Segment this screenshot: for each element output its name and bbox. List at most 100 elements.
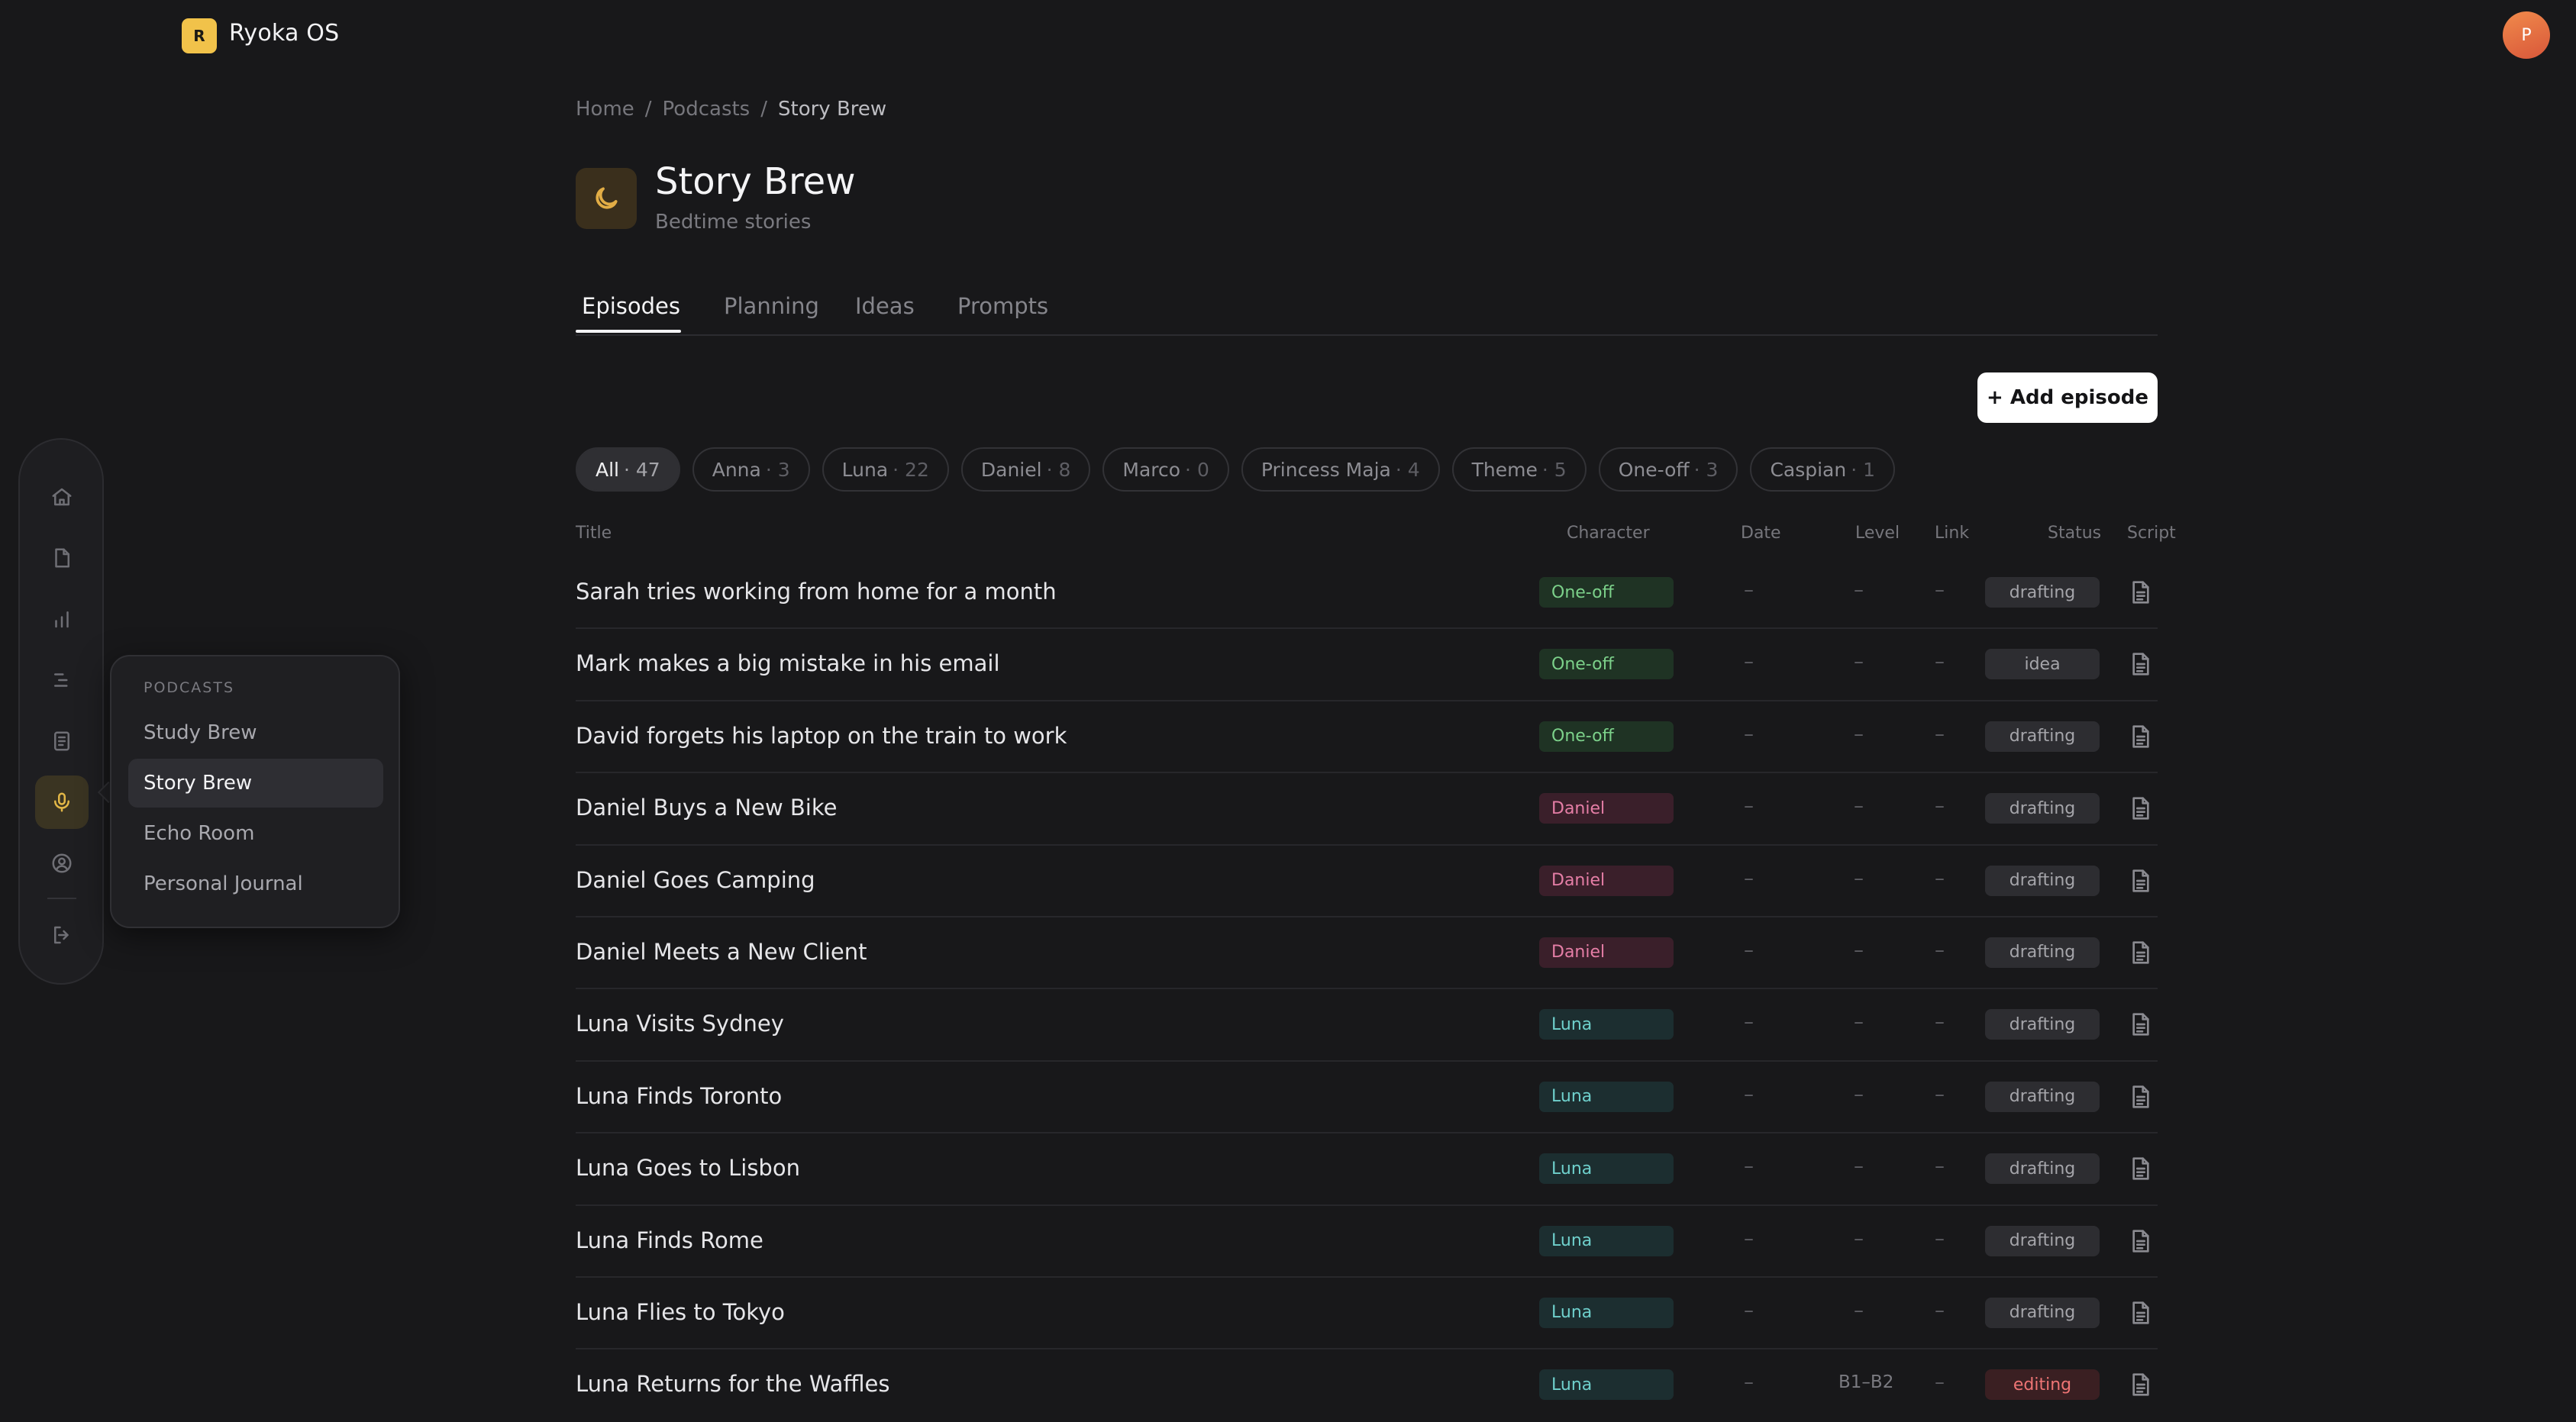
- rail-logout-button[interactable]: [35, 908, 89, 962]
- breadcrumb-home[interactable]: Home: [576, 98, 634, 121]
- table-row[interactable]: Luna Finds Rome Luna – – – drafting: [576, 1206, 2158, 1278]
- table-row[interactable]: Daniel Goes Camping Daniel – – – drafting: [576, 846, 2158, 917]
- table-row[interactable]: Luna Finds Toronto Luna – – – drafting: [576, 1062, 2158, 1134]
- filter-chip-label: All: [596, 458, 619, 481]
- filter-chip-daniel[interactable]: Daniel · 8: [960, 447, 1091, 492]
- table-row[interactable]: Luna Goes to Lisbon Luna – – – drafting: [576, 1133, 2158, 1206]
- filter-chip-anna[interactable]: Anna · 3: [692, 447, 810, 492]
- script-icon[interactable]: [2130, 1085, 2152, 1109]
- script-icon[interactable]: [2130, 1156, 2152, 1181]
- level-value: B1–B2: [1838, 1372, 1894, 1393]
- tab-planning[interactable]: Planning: [724, 293, 819, 319]
- episode-title[interactable]: Daniel Goes Camping: [576, 867, 815, 893]
- tab-ideas[interactable]: Ideas: [855, 293, 915, 319]
- level-value: –: [1854, 1011, 1864, 1034]
- status-badge[interactable]: drafting: [1985, 865, 2100, 896]
- table-row[interactable]: Mark makes a big mistake in his email One…: [576, 629, 2158, 701]
- tab-prompts[interactable]: Prompts: [957, 293, 1048, 319]
- script-icon[interactable]: [2130, 940, 2152, 965]
- script-icon[interactable]: [2130, 1229, 2152, 1253]
- episode-title[interactable]: Luna Visits Sydney: [576, 1011, 784, 1037]
- script-icon[interactable]: [2130, 580, 2152, 605]
- character-badge: Daniel: [1539, 793, 1674, 824]
- filter-chip-caspian[interactable]: Caspian · 1: [1750, 447, 1896, 492]
- script-icon[interactable]: [2130, 796, 2152, 821]
- timeline-icon: [54, 673, 68, 687]
- rail-profile-button[interactable]: [35, 837, 89, 890]
- status-badge[interactable]: drafting: [1985, 1009, 2100, 1040]
- episode-title[interactable]: Luna Goes to Lisbon: [576, 1155, 800, 1181]
- status-badge[interactable]: drafting: [1985, 1081, 2100, 1112]
- table-row[interactable]: Luna Visits Sydney Luna – – – drafting: [576, 989, 2158, 1062]
- column-link[interactable]: Link: [1935, 524, 1969, 543]
- status-badge[interactable]: drafting: [1985, 1225, 2100, 1256]
- filter-chip-luna[interactable]: Luna · 22: [822, 447, 949, 492]
- rail-timeline-button[interactable]: [35, 653, 89, 707]
- script-icon[interactable]: [2130, 1012, 2152, 1037]
- status-badge[interactable]: drafting: [1985, 1153, 2100, 1185]
- filter-chip-all[interactable]: All · 47: [576, 447, 680, 492]
- table-row[interactable]: Sarah tries working from home for a mont…: [576, 557, 2158, 630]
- script-icon[interactable]: [2130, 1372, 2152, 1397]
- episode-title[interactable]: David forgets his laptop on the train to…: [576, 723, 1067, 749]
- script-icon[interactable]: [2130, 652, 2152, 676]
- flyout-item-story-brew[interactable]: Story Brew: [128, 759, 383, 808]
- episode-title[interactable]: Sarah tries working from home for a mont…: [576, 579, 1057, 605]
- script-icon[interactable]: [2130, 869, 2152, 893]
- filter-chip-count: · 8: [1046, 458, 1071, 481]
- filter-chip-one-off[interactable]: One-off · 3: [1598, 447, 1738, 492]
- column-script[interactable]: Script: [2127, 524, 2176, 543]
- filter-chip-princess-maja[interactable]: Princess Maja · 4: [1241, 447, 1440, 492]
- table-row[interactable]: Luna Returns for the Waffles Luna – B1–B2 – e…: [576, 1349, 2158, 1421]
- script-icon[interactable]: [2130, 724, 2152, 749]
- rail-stats-button[interactable]: [35, 592, 89, 646]
- active-tab-indicator: [576, 330, 681, 333]
- flyout-item-personal-journal[interactable]: Personal Journal: [128, 859, 383, 908]
- filter-chip-theme[interactable]: Theme · 5: [1451, 447, 1587, 492]
- script-icon[interactable]: [2130, 1301, 2152, 1325]
- character-badge: Luna: [1539, 1225, 1674, 1256]
- episode-title[interactable]: Luna Finds Rome: [576, 1227, 763, 1253]
- rail-podcasts-button[interactable]: [35, 775, 89, 829]
- episode-title[interactable]: Mark makes a big mistake in his email: [576, 650, 1000, 676]
- level-value: –: [1854, 1155, 1864, 1179]
- column-title[interactable]: Title: [576, 524, 612, 543]
- status-badge[interactable]: drafting: [1985, 1297, 2100, 1328]
- status-badge[interactable]: editing: [1985, 1369, 2100, 1401]
- status-badge[interactable]: drafting: [1985, 793, 2100, 824]
- status-badge[interactable]: drafting: [1985, 721, 2100, 752]
- episode-title[interactable]: Daniel Buys a New Bike: [576, 795, 837, 821]
- filter-chip-label: Anna: [712, 458, 761, 481]
- column-character[interactable]: Character: [1567, 524, 1650, 543]
- episode-title[interactable]: Luna Flies to Tokyo: [576, 1299, 785, 1325]
- column-date[interactable]: Date: [1741, 524, 1781, 543]
- rail-notes-button[interactable]: [35, 714, 89, 768]
- app-title[interactable]: Ryoka OS: [229, 20, 339, 47]
- column-status[interactable]: Status: [2048, 524, 2101, 543]
- episode-title[interactable]: Daniel Meets a New Client: [576, 939, 867, 965]
- breadcrumb-podcasts[interactable]: Podcasts: [663, 98, 751, 121]
- status-badge[interactable]: drafting: [1985, 937, 2100, 968]
- filter-chip-marco[interactable]: Marco · 0: [1102, 447, 1229, 492]
- flyout-item-study-brew[interactable]: Study Brew: [128, 708, 383, 757]
- moon-icon: [596, 187, 618, 209]
- app-logo[interactable]: R: [182, 18, 217, 53]
- flyout-item-echo-room[interactable]: Echo Room: [128, 809, 383, 858]
- tab-episodes[interactable]: Episodes: [582, 293, 680, 319]
- column-level[interactable]: Level: [1855, 524, 1900, 543]
- episode-title[interactable]: Luna Returns for the Waffles: [576, 1371, 889, 1397]
- rail-documents-button[interactable]: [35, 531, 89, 585]
- status-badge[interactable]: drafting: [1985, 577, 2100, 608]
- table-row[interactable]: Daniel Meets a New Client Daniel – – – drafti…: [576, 917, 2158, 990]
- user-avatar[interactable]: P: [2503, 11, 2550, 59]
- status-badge[interactable]: idea: [1985, 649, 2100, 680]
- link-value: –: [1935, 866, 1945, 890]
- breadcrumb: Home / Podcasts / Story Brew: [576, 98, 886, 121]
- episode-title[interactable]: Luna Finds Toronto: [576, 1083, 782, 1109]
- table-row[interactable]: David forgets his laptop on the train to…: [576, 701, 2158, 774]
- table-row[interactable]: Luna Flies to Tokyo Luna – – – drafting: [576, 1278, 2158, 1350]
- add-episode-button[interactable]: + Add episode: [1977, 372, 2158, 423]
- table-header: Title Character Date Level Link Status S…: [576, 524, 2176, 547]
- table-row[interactable]: Daniel Buys a New Bike Daniel – – – drafting: [576, 773, 2158, 846]
- rail-home-button[interactable]: [35, 470, 89, 524]
